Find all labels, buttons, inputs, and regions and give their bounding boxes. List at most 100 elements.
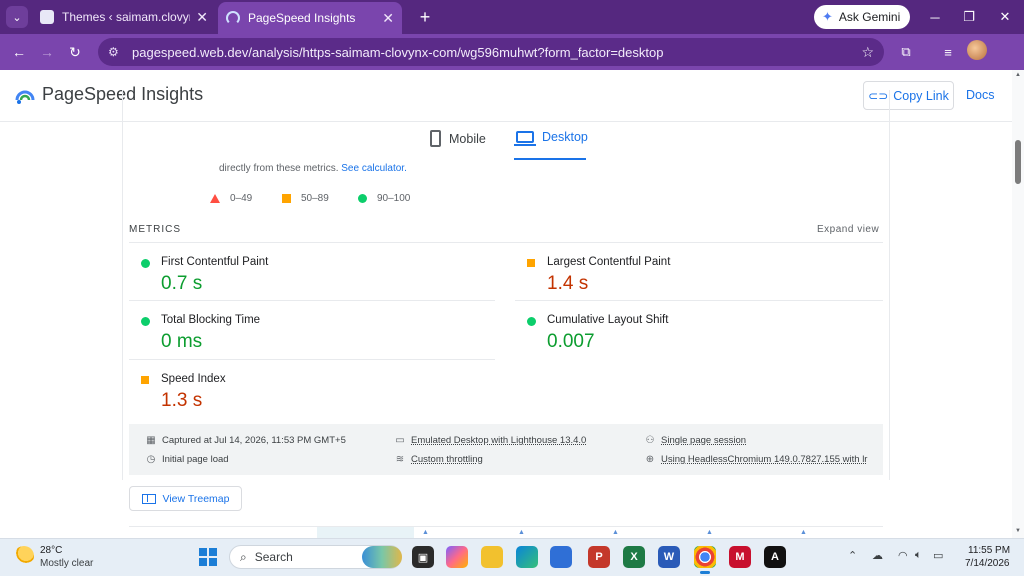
tab-title: Themes ‹ saimam.clovynx.com — [62, 10, 190, 24]
weather-moon-icon[interactable] — [14, 546, 34, 566]
dev-app-icon[interactable]: A — [764, 546, 786, 568]
captured-time: ▦ Captured at Jul 14, 2026, 11:53 PM GMT… — [146, 435, 346, 446]
wifi-icon[interactable]: ◠ — [898, 549, 908, 562]
circle-icon — [358, 194, 367, 203]
throttling-info[interactable]: ≋ Custom throttling — [395, 454, 483, 465]
filmstrip-marker: ▲ — [422, 529, 429, 536]
battery-icon[interactable]: ▭ — [933, 549, 943, 562]
reload-button[interactable]: ↻ — [64, 41, 86, 63]
url-text[interactable]: pagespeed.web.dev/analysis/https-saimam-… — [132, 45, 861, 60]
square-icon — [282, 194, 291, 203]
scroll-down-icon[interactable]: ▼ — [1013, 528, 1023, 534]
tab-pagespeed[interactable]: PageSpeed Insights ✕ — [218, 2, 402, 34]
address-bar[interactable]: ⚙ pagespeed.web.dev/analysis/https-saima… — [98, 38, 884, 66]
emulated-text: Emulated Desktop with Lighthouse 13.4.0 — [411, 435, 587, 446]
emulated-device[interactable]: ▭ Emulated Desktop with Lighthouse 13.4.… — [395, 435, 586, 446]
powerpoint-icon[interactable]: P — [588, 546, 610, 568]
wifi-icon: ≋ — [395, 454, 405, 465]
onedrive-cloud-icon[interactable]: ☁ — [872, 549, 883, 562]
reading-list-icon[interactable]: ≡ — [937, 41, 959, 63]
throttling-text: Custom throttling — [411, 454, 483, 465]
run-info-panel: ▦ Captured at Jul 14, 2026, 11:53 PM GMT… — [129, 424, 883, 475]
search-highlight-art — [362, 546, 402, 568]
ask-gemini-button[interactable]: ✦ Ask Gemini — [814, 5, 911, 29]
metric-name: Total Blocking Time — [161, 314, 261, 326]
arrow-left-icon: ← — [12, 44, 26, 60]
windows-taskbar — [0, 538, 1024, 576]
calculator-note: directly from these metrics. See calcula… — [219, 163, 407, 174]
word-icon[interactable]: W — [658, 546, 680, 568]
file-explorer-icon[interactable] — [481, 546, 503, 568]
metric-largest-contentful-paint: Largest Contentful Paint 1.4 s — [515, 243, 881, 301]
browser-text: Using HeadlessChromium 149.0.7827.155 wi… — [661, 454, 868, 465]
taskbar-search-label: Search — [254, 550, 293, 564]
legend-pass: 90–100 — [358, 193, 410, 204]
metric-name: First Contentful Paint — [161, 256, 269, 268]
weather-temperature[interactable]: 28°C — [40, 545, 62, 556]
new-tab-button[interactable]: + — [414, 6, 436, 28]
legend-range: 50–89 — [301, 193, 329, 204]
close-icon[interactable]: ✕ — [196, 9, 208, 26]
close-icon[interactable]: ✕ — [382, 10, 394, 27]
clock-time[interactable]: 11:55 PM — [968, 545, 1010, 556]
wordpress-favicon-icon — [40, 10, 54, 24]
store-icon[interactable] — [550, 546, 572, 568]
minimize-button[interactable]: ─ — [921, 5, 949, 29]
captured-text: Captured at Jul 14, 2026, 11:53 PM GMT+5 — [162, 435, 346, 446]
metric-value: 1.3 s — [161, 390, 203, 411]
browser-toolbar: ← → ↻ ⚙ pagespeed.web.dev/analysis/https… — [0, 34, 1024, 70]
filmstrip-marker: ▲ — [518, 529, 525, 536]
forward-button[interactable]: → — [36, 41, 58, 63]
window-close-button[interactable]: ✕ — [991, 5, 1019, 29]
expand-view-toggle[interactable]: Expand view — [817, 224, 879, 235]
session-info[interactable]: ⚇ Single page session — [645, 435, 747, 446]
chrome-icon[interactable] — [694, 546, 716, 568]
mcafee-icon[interactable]: M — [729, 546, 751, 568]
metric-value: 0.7 s — [161, 273, 203, 294]
bookmark-star-icon[interactable]: ☆ — [861, 44, 874, 61]
back-button[interactable]: ← — [8, 41, 30, 63]
browser-info[interactable]: ⊕ Using HeadlessChromium 149.0.7827.155 … — [645, 454, 868, 465]
filmstrip-marker: ▲ — [800, 529, 807, 536]
weather-description[interactable]: Mostly clear — [40, 558, 93, 569]
pass-circle-icon — [527, 317, 536, 326]
legend-range: 90–100 — [377, 193, 411, 204]
volume-icon[interactable]: 🔈︎ — [915, 549, 922, 562]
metrics-heading: METRICS — [129, 224, 181, 235]
gemini-sparkle-icon: ✦ — [822, 9, 833, 24]
task-view-icon[interactable]: ▣ — [412, 546, 434, 568]
clock-date[interactable]: 7/14/2026 — [965, 558, 1010, 569]
scroll-up-icon[interactable]: ▲ — [1013, 72, 1023, 78]
active-app-indicator — [700, 571, 710, 574]
desktop-icon: ▭ — [395, 435, 405, 446]
view-treemap-button[interactable]: View Treemap — [129, 486, 242, 511]
user-session-icon: ⚇ — [645, 435, 655, 446]
chevron-down-icon: ⌄ — [12, 11, 22, 24]
legend-range: 0–49 — [230, 193, 253, 204]
filmstrip-frame — [317, 527, 414, 538]
extensions-icon[interactable]: ⧉ — [895, 41, 917, 63]
search-icon: ⌕ — [240, 549, 247, 564]
profile-avatar[interactable] — [967, 40, 987, 60]
tray-overflow-icon[interactable]: ⌃ — [848, 549, 857, 562]
plus-icon: + — [419, 6, 431, 27]
pagespeed-favicon-icon — [226, 11, 240, 25]
filmstrip-marker: ▲ — [612, 529, 619, 536]
excel-icon[interactable]: X — [623, 546, 645, 568]
calculator-note-text: directly from these metrics. — [219, 163, 339, 174]
metric-value: 1.4 s — [547, 273, 589, 294]
tab-search-button[interactable]: ⌄ — [6, 6, 28, 28]
metric-name: Cumulative Layout Shift — [547, 314, 669, 326]
tab-title: PageSpeed Insights — [248, 11, 356, 25]
edge-icon[interactable] — [516, 546, 538, 568]
site-info-icon[interactable]: ⚙ — [108, 45, 124, 59]
start-windows-icon[interactable] — [199, 548, 217, 566]
copilot-icon[interactable] — [446, 546, 468, 568]
reload-icon: ↻ — [69, 43, 81, 60]
pass-circle-icon — [141, 317, 150, 326]
page-load-type: ◷ Initial page load — [146, 454, 229, 465]
see-calculator-link[interactable]: See calculator. — [341, 163, 407, 174]
scrollbar-thumb[interactable] — [1015, 140, 1021, 184]
tab-themes[interactable]: Themes ‹ saimam.clovynx.com ✕ — [32, 4, 216, 30]
restore-button[interactable]: ❐ — [955, 5, 983, 29]
